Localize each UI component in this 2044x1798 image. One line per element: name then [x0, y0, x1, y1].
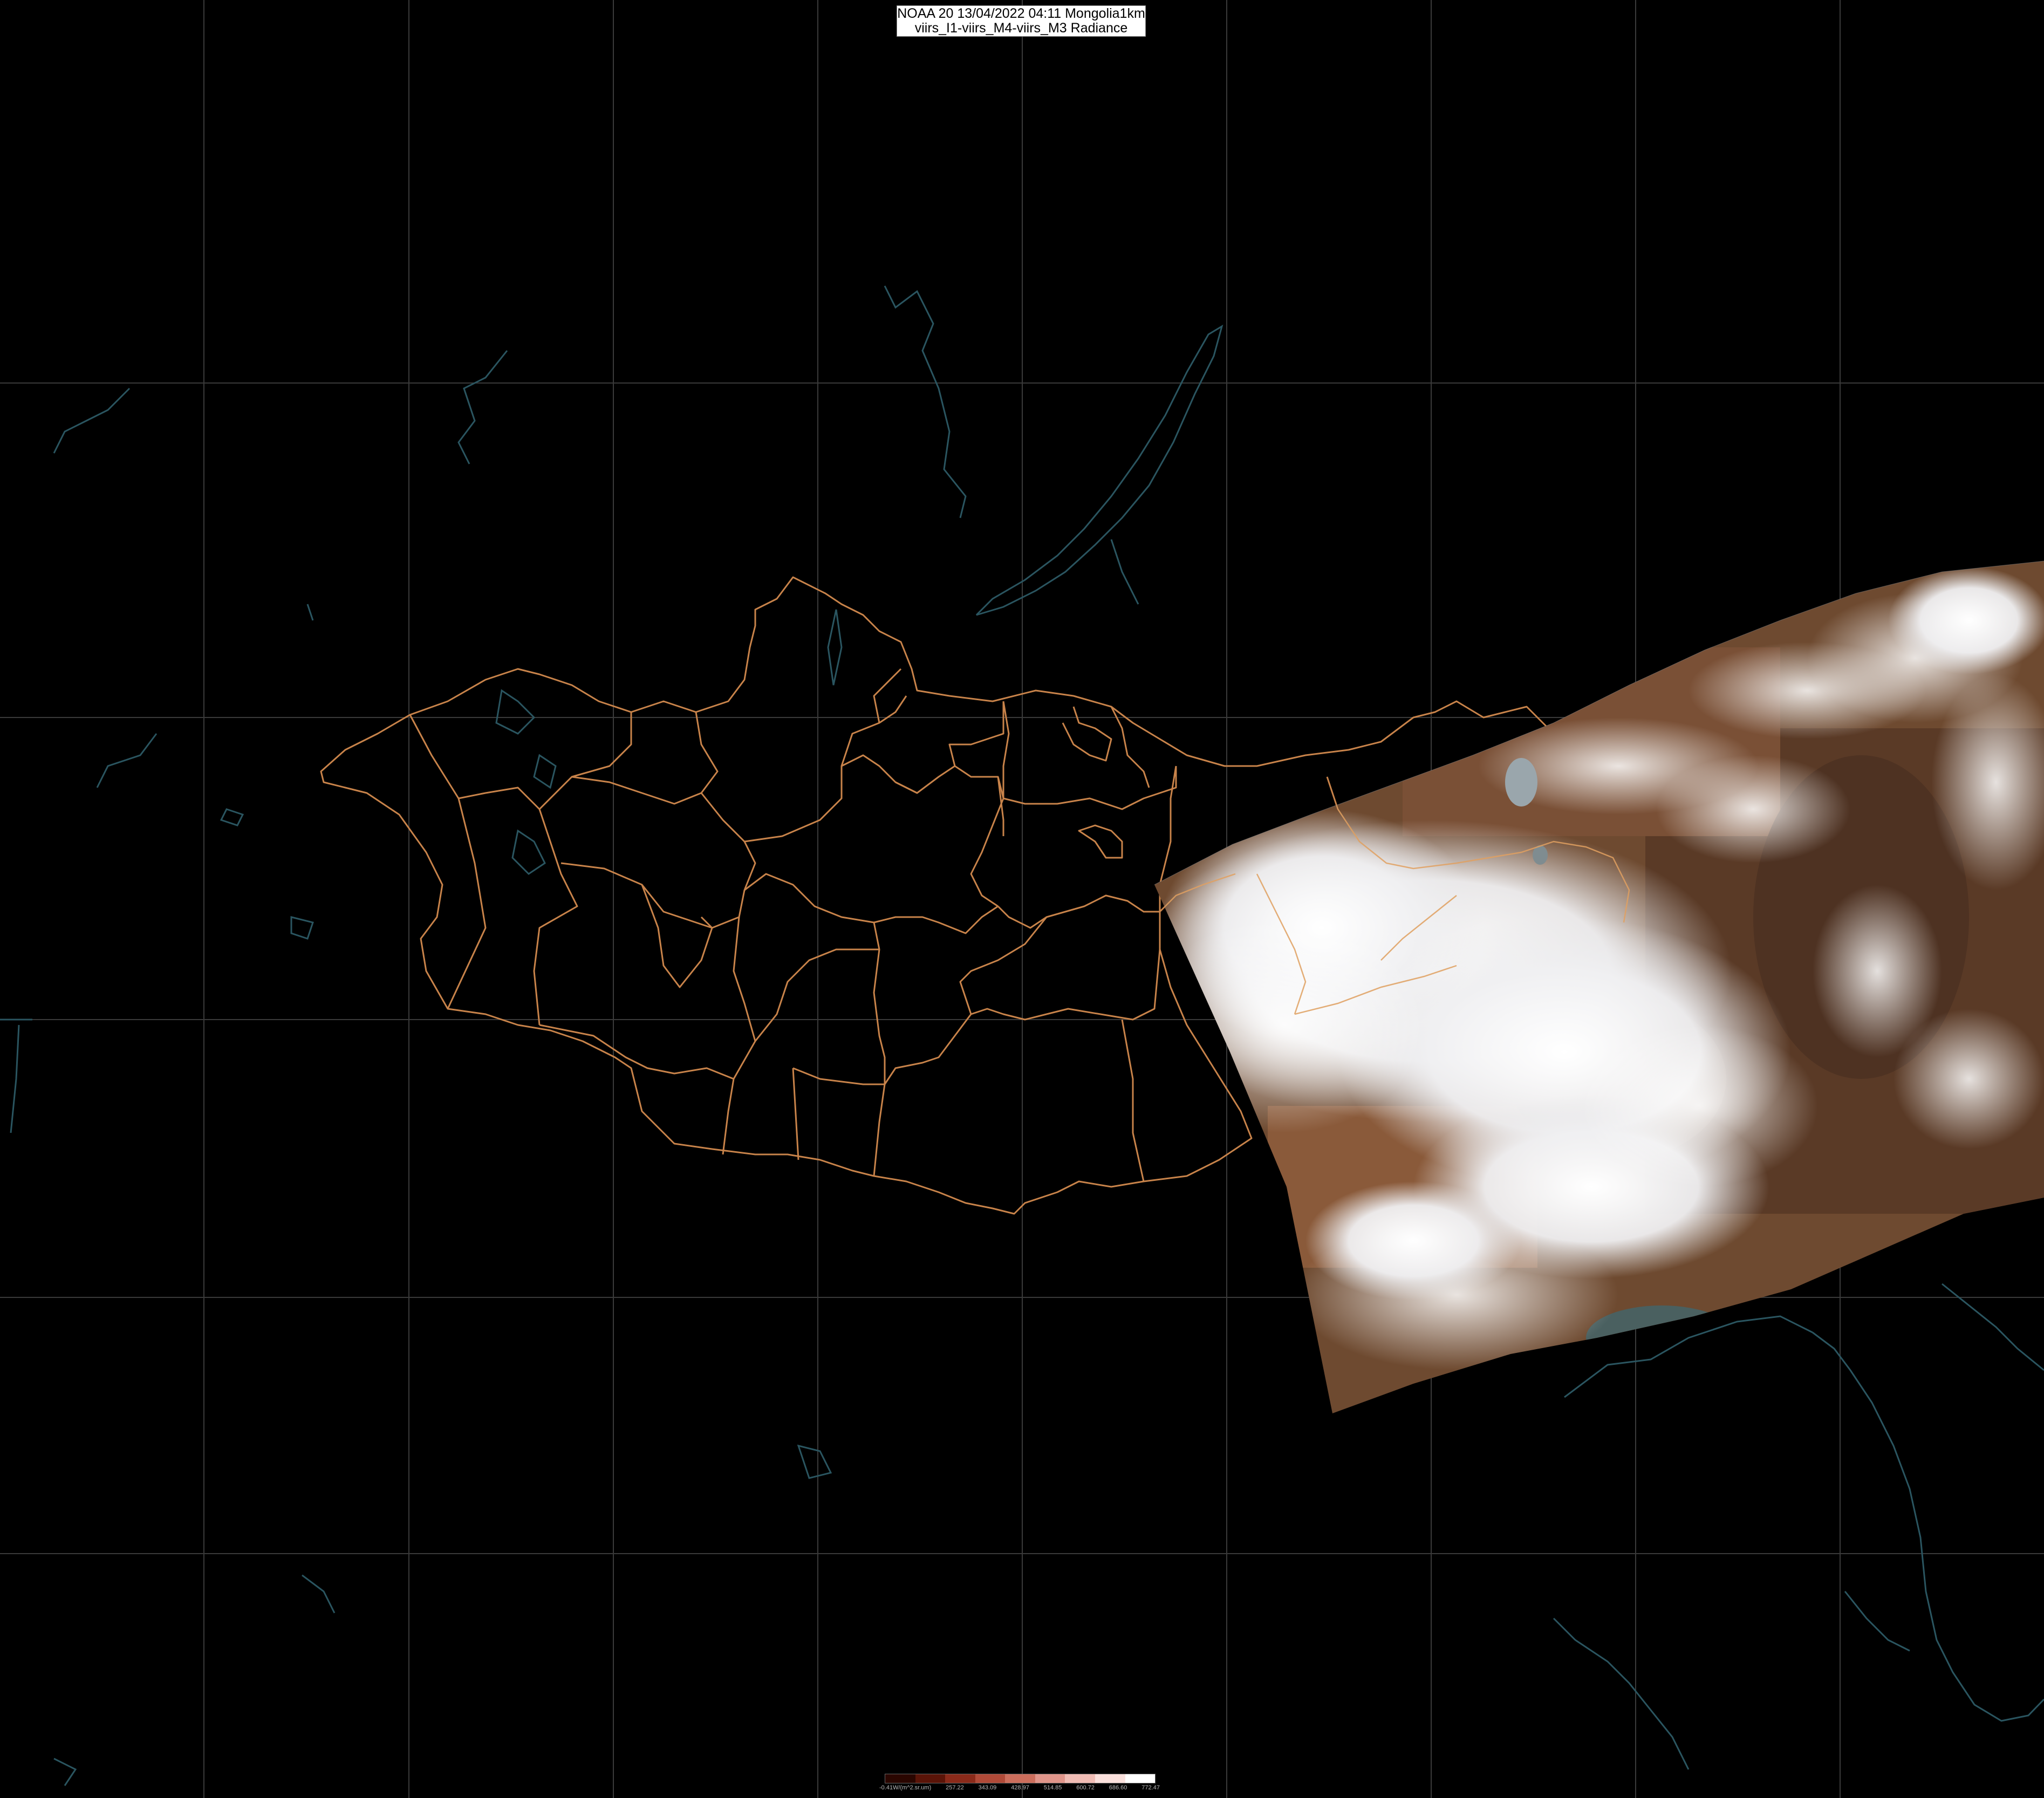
colorbar-tick-label: 257.22: [946, 1785, 964, 1791]
colorbar-tick-label: 343.09: [978, 1785, 997, 1791]
colorbar-swatch: [1125, 1774, 1156, 1783]
satellite-map: [0, 0, 2044, 1798]
title-line-2: viirs_I1-viirs_M4-viirs_M3 Radiance: [914, 20, 1128, 36]
colorbar: [885, 1774, 1156, 1783]
colorbar-swatch: [1035, 1774, 1065, 1783]
title-box: NOAA 20 13/04/2022 04:11 Mongolia1km vii…: [897, 5, 1146, 37]
colorbar-tick-label: -0.41W/(m^2.sr.um): [879, 1785, 932, 1791]
colorbar-tick-label: 686.60: [1109, 1785, 1127, 1791]
colorbar-ticks: -0.41W/(m^2.sr.um) 257.22 343.09 428.97 514.…: [879, 1785, 1160, 1791]
colorbar-tick-label: 600.72: [1076, 1785, 1095, 1791]
title-line-1: NOAA 20 13/04/2022 04:11 Mongolia1km: [897, 6, 1145, 21]
colorbar-tick-label: 514.85: [1043, 1785, 1062, 1791]
colorbar-tick-label: 428.97: [1011, 1785, 1029, 1791]
colorbar-swatch: [915, 1774, 946, 1783]
colorbar-swatch: [975, 1774, 1006, 1783]
colorbar-swatch: [1095, 1774, 1125, 1783]
colorbar-legend: -0.41W/(m^2.sr.um) 257.22 343.09 428.97 514.…: [879, 1774, 1160, 1795]
colorbar-swatch: [945, 1774, 975, 1783]
colorbar-swatch: [885, 1774, 915, 1783]
colorbar-swatch: [1065, 1774, 1095, 1783]
colorbar-tick-label: 772.47: [1141, 1785, 1160, 1791]
colorbar-swatch: [1005, 1774, 1035, 1783]
satellite-swath: [1154, 561, 2044, 1413]
